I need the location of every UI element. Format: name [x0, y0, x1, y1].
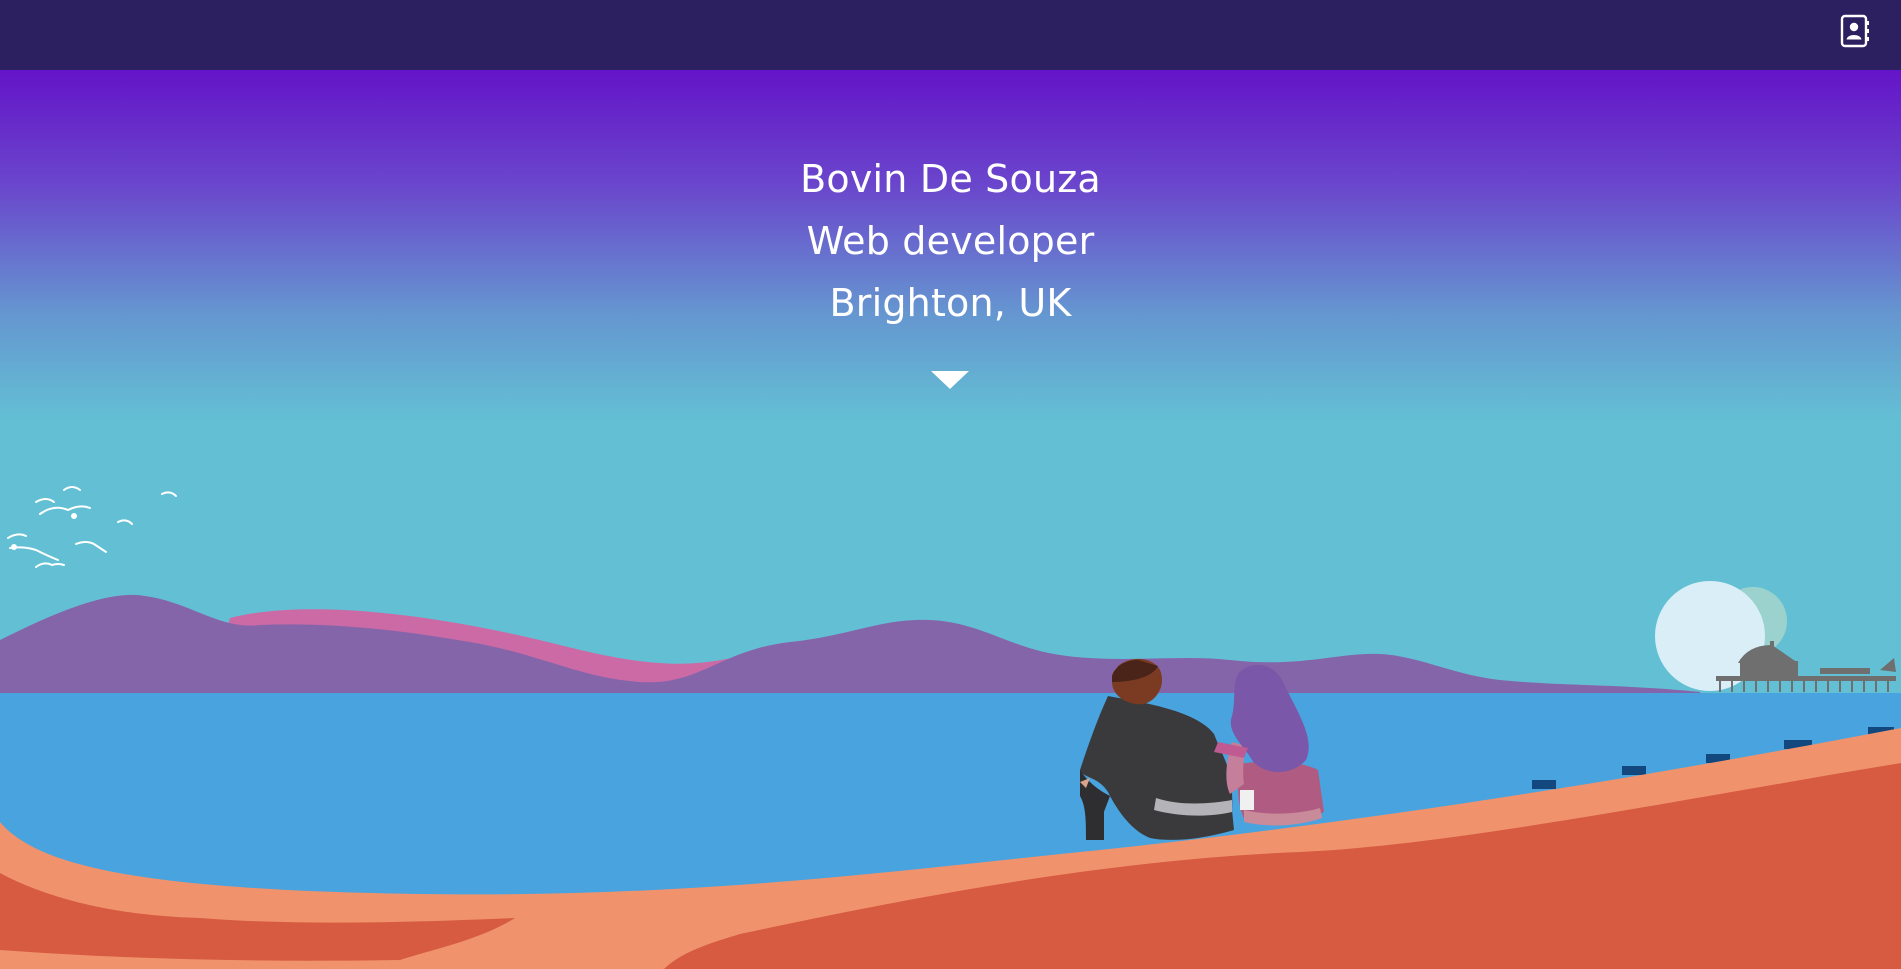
contact-button[interactable]: [1839, 14, 1871, 48]
chevron-down-icon: [931, 371, 969, 389]
hero-location: Brighton, UK: [829, 281, 1072, 325]
hero-name: Bovin De Souza: [800, 157, 1101, 201]
hero-role: Web developer: [806, 219, 1095, 263]
hero-section: Bovin De Souza Web developer Brighton, U…: [0, 70, 1901, 969]
hero-text: Bovin De Souza Web developer Brighton, U…: [0, 148, 1901, 334]
scroll-down-button[interactable]: [931, 370, 969, 390]
top-bar: [0, 0, 1901, 70]
contact-book-icon: [1840, 14, 1869, 48]
